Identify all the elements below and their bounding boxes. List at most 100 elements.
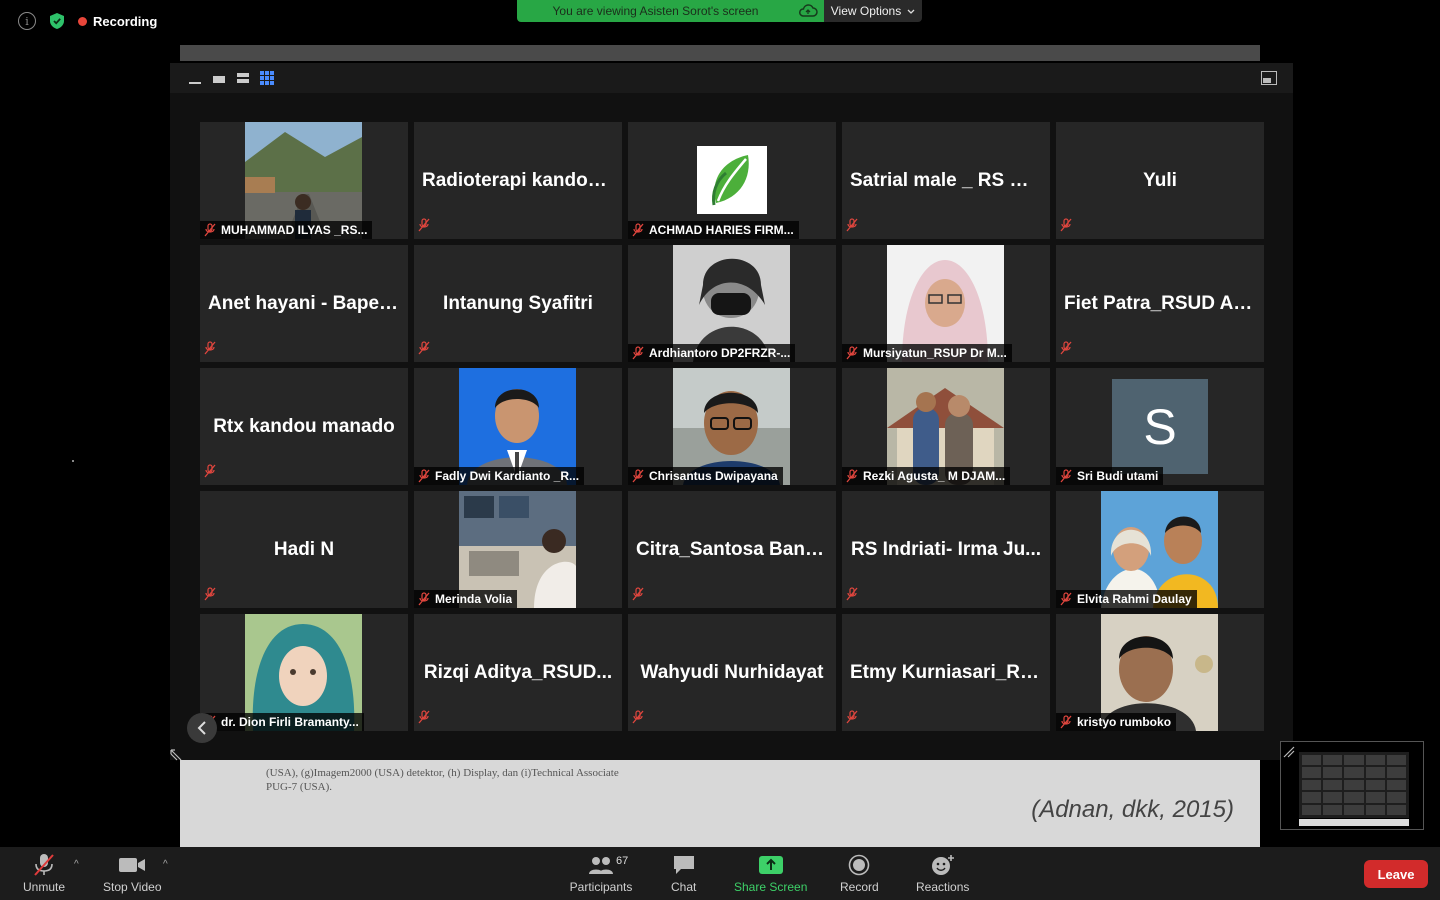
participant-tile[interactable]: Etmy Kurniasari_Ra... <box>842 614 1050 731</box>
exit-fullscreen-icon[interactable] <box>1261 71 1277 90</box>
chat-button[interactable]: Chat <box>671 853 696 894</box>
participant-grid: MUHAMMAD ILYAS _RS... Radioterapi kandou.… <box>200 122 1264 731</box>
participant-name: Merinda Volia <box>435 592 513 606</box>
slide-caption-line: PUG-7 (USA). <box>266 781 332 793</box>
participant-name-label: Ardhiantoro DP2FRZR-... <box>628 344 796 362</box>
participant-tile[interactable]: Intanung Syafitri <box>414 245 622 362</box>
record-icon <box>849 854 870 876</box>
record-label: Record <box>840 880 879 894</box>
participant-tile[interactable]: Yuli <box>1056 122 1264 239</box>
participant-tile[interactable]: Elvita Rahmi Daulay <box>1056 491 1264 608</box>
participant-name-label: ACHMAD HARIES FIRM... <box>628 221 799 239</box>
participant-name: Rtx kandou manado <box>213 415 395 437</box>
participant-tile[interactable]: Rizqi Aditya_RSUD... <box>414 614 622 731</box>
participant-tile[interactable]: Satrial male _ RS Un... <box>842 122 1050 239</box>
gallery-view-icon[interactable] <box>260 71 274 90</box>
share-screen-icon <box>758 856 783 874</box>
participant-tile[interactable]: MUHAMMAD ILYAS _RS... <box>200 122 408 239</box>
meeting-controls-bar: Unmute ^ Stop Video ^ 67 Participants Ch… <box>0 847 1440 900</box>
record-button[interactable]: Record <box>840 853 879 894</box>
participant-tile[interactable]: kristyo rumboko <box>1056 614 1264 731</box>
participant-tile[interactable]: Ardhiantoro DP2FRZR-... <box>628 245 836 362</box>
muted-microphone-icon <box>845 710 859 729</box>
mini-slide-strip <box>1299 819 1409 826</box>
participant-tile[interactable]: Fadly Dwi Kardianto _R... <box>414 368 622 485</box>
participant-tile[interactable]: Citra_Santosa Band... <box>628 491 836 608</box>
recording-indicator[interactable]: Recording <box>78 14 157 29</box>
muted-microphone-icon <box>203 464 217 483</box>
participant-name-label: dr. Dion Firli Bramanty... <box>200 713 364 731</box>
gallery-toolbar <box>170 63 1293 93</box>
chat-icon <box>673 856 694 874</box>
participant-tile[interactable]: Mursiyatun_RSUP Dr M... <box>842 245 1050 362</box>
share-screen-label: Share Screen <box>734 880 808 894</box>
participant-name: dr. Dion Firli Bramanty... <box>221 715 359 729</box>
participant-tile[interactable]: Fiet Patra_RSUD Ari... <box>1056 245 1264 362</box>
mini-gallery-preview <box>1299 752 1409 818</box>
muted-microphone-icon <box>417 592 431 606</box>
participant-tile[interactable]: Hadi N <box>200 491 408 608</box>
participant-tile[interactable]: Merinda Volia <box>414 491 622 608</box>
shield-icon[interactable] <box>50 13 64 29</box>
participant-name: Elvita Rahmi Daulay <box>1077 592 1192 606</box>
participant-name: Sri Budi utami <box>1077 469 1159 483</box>
shared-slide-content: (USA), (g)Imagem2000 (USA) detektor, (h)… <box>180 760 1260 847</box>
participant-tile[interactable]: Wahyudi Nurhidayat <box>628 614 836 731</box>
muted-microphone-icon <box>631 469 645 483</box>
speaker-view-icon[interactable] <box>212 71 226 90</box>
participant-tile[interactable]: Anet hayani - Bapet... <box>200 245 408 362</box>
participant-avatar: S <box>1112 379 1208 474</box>
minimize-icon[interactable] <box>188 71 202 90</box>
muted-microphone-icon <box>203 223 217 237</box>
participant-name-label: Merinda Volia <box>414 590 518 608</box>
muted-microphone-icon <box>417 710 431 729</box>
stop-video-label: Stop Video <box>103 880 162 894</box>
unmute-label: Unmute <box>23 880 66 894</box>
reactions-button[interactable]: Reactions <box>916 853 969 894</box>
strip-view-icon[interactable] <box>236 71 250 90</box>
participant-name: Rezki Agusta_ M DJAM... <box>863 469 1006 483</box>
stop-video-button[interactable]: Stop Video <box>103 853 162 894</box>
participant-tile[interactable]: Radioterapi kandou... <box>414 122 622 239</box>
participant-tile[interactable]: Rezki Agusta_ M DJAM... <box>842 368 1050 485</box>
participant-tile[interactable]: S Sri Budi utami <box>1056 368 1264 485</box>
participant-tile[interactable]: Rtx kandou manado <box>200 368 408 485</box>
participant-tile[interactable]: dr. Dion Firli Bramanty... <box>200 614 408 731</box>
participant-name: RS Indriati- Irma Ju... <box>850 538 1042 560</box>
participant-tile[interactable]: Chrisantus Dwipayana <box>628 368 836 485</box>
participant-name-label: Rezki Agusta_ M DJAM... <box>842 467 1011 485</box>
participant-name: kristyo rumboko <box>1077 715 1172 729</box>
slide-caption-line: (USA), (g)Imagem2000 (USA) detektor, (h)… <box>266 767 619 779</box>
viewing-screen-text: You are viewing Asisten Sorot's screen <box>552 4 759 18</box>
participants-label: Participants <box>569 880 633 894</box>
muted-microphone-icon <box>631 346 645 360</box>
muted-microphone-icon <box>631 710 645 729</box>
participant-tile[interactable]: ACHMAD HARIES FIRM... <box>628 122 836 239</box>
muted-microphone-icon <box>417 218 431 237</box>
participant-name: Citra_Santosa Band... <box>636 538 833 560</box>
view-options-button[interactable]: View Options <box>824 0 922 22</box>
slide-caption: (USA), (g)Imagem2000 (USA) detektor, (h)… <box>266 766 619 794</box>
resize-handle-icon[interactable] <box>1283 745 1295 763</box>
leave-button[interactable]: Leave <box>1364 860 1428 888</box>
video-options-caret-icon[interactable]: ^ <box>163 859 168 870</box>
cursor-dot <box>72 460 74 462</box>
participants-button[interactable]: 67 Participants <box>568 853 634 894</box>
resize-handle-icon[interactable] <box>170 748 182 766</box>
view-options-label: View Options <box>830 4 902 18</box>
participant-name: Satrial male _ RS Un... <box>850 169 1050 191</box>
share-screen-button[interactable]: Share Screen <box>734 853 807 894</box>
mini-video-thumbnail[interactable] <box>1280 741 1424 830</box>
participant-name: MUHAMMAD ILYAS _RS... <box>221 223 368 237</box>
unmute-button[interactable]: Unmute <box>23 853 65 894</box>
reactions-label: Reactions <box>916 880 970 894</box>
participant-name: Hadi N <box>273 538 335 560</box>
participant-name-label: Mursiyatun_RSUP Dr M... <box>842 344 1012 362</box>
shared-slide-top <box>180 45 1260 61</box>
previous-page-button[interactable] <box>187 713 217 743</box>
participant-tile[interactable]: RS Indriati- Irma Ju... <box>842 491 1050 608</box>
info-icon[interactable]: i <box>18 12 36 30</box>
participants-count: 67 <box>616 855 629 867</box>
audio-options-caret-icon[interactable]: ^ <box>74 859 79 870</box>
participant-name: Fadly Dwi Kardianto _R... <box>435 469 580 483</box>
